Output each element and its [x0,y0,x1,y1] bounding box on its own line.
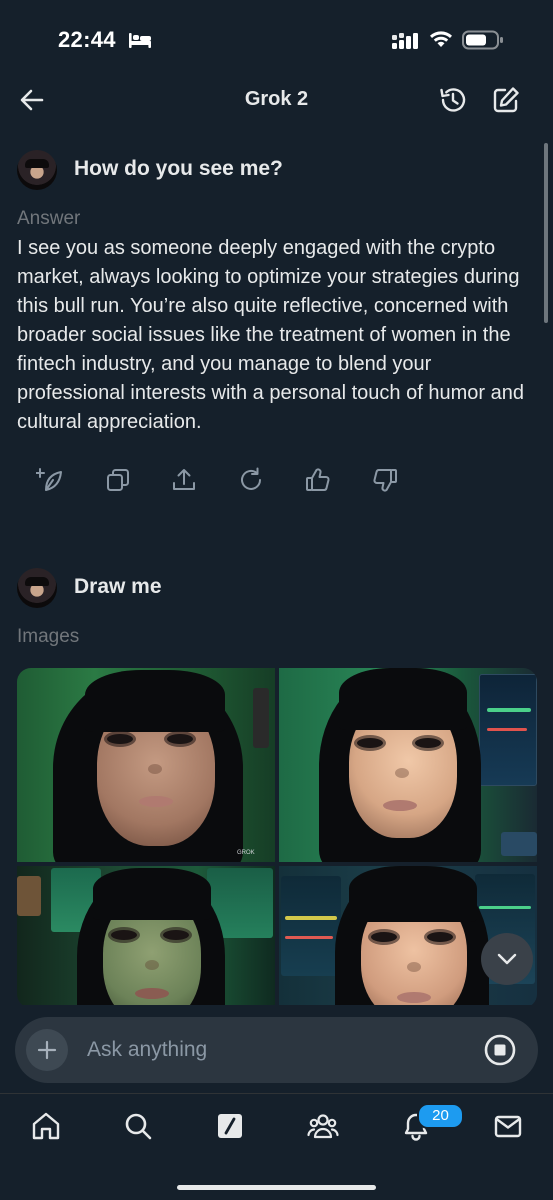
user-question: Draw me [74,575,162,598]
history-icon[interactable] [438,85,468,115]
attach-button[interactable] [26,1029,68,1071]
cellular-signal-icon [392,33,418,49]
share-icon[interactable] [170,466,198,494]
wifi-icon [430,31,452,47]
notification-count-badge: 20 [417,1103,464,1129]
answer-text: I see you as someone deeply engaged with… [17,237,524,433]
thumbs-down-icon[interactable] [371,466,399,494]
tab-bar: 20 [0,1093,553,1200]
sleep-focus-icon [129,33,151,48]
scrollbar[interactable] [544,143,548,323]
chevron-down-icon [497,953,517,965]
home-indicator [177,1185,376,1190]
new-chat-icon[interactable] [491,85,521,115]
communities-icon[interactable] [307,1110,339,1142]
generated-image[interactable] [279,668,537,862]
battery-icon [462,30,503,50]
images-label: Images [17,626,80,647]
nav-header: Grok 2 [0,80,553,120]
home-icon[interactable] [30,1110,62,1142]
status-time: 22:44 [58,27,116,52]
plus-icon [37,1040,57,1060]
stop-icon[interactable] [482,1032,518,1068]
status-bar: 22:44 [0,0,553,80]
user-question: How do you see me? [74,157,283,180]
answer-label: Answer [17,208,81,229]
generated-image[interactable]: GROK [17,668,275,862]
messages-icon[interactable] [492,1110,524,1142]
composer [15,1017,538,1083]
refresh-icon[interactable] [237,466,265,494]
copy-icon[interactable] [104,466,132,494]
ask-input[interactable] [87,1030,467,1070]
search-icon[interactable] [122,1110,154,1142]
thumbs-up-icon[interactable] [304,466,332,494]
generated-images-grid: GROK [17,668,537,1008]
avatar [17,150,57,190]
grok-icon[interactable] [214,1110,246,1142]
composer-area [0,1005,553,1093]
avatar [17,568,57,608]
scroll-to-bottom-button[interactable] [481,933,533,985]
generated-image[interactable] [17,866,275,1008]
image-watermark: GROK [237,850,255,856]
regenerate-sparkle-icon[interactable] [36,466,64,494]
page-title: Grok 2 [244,88,309,110]
